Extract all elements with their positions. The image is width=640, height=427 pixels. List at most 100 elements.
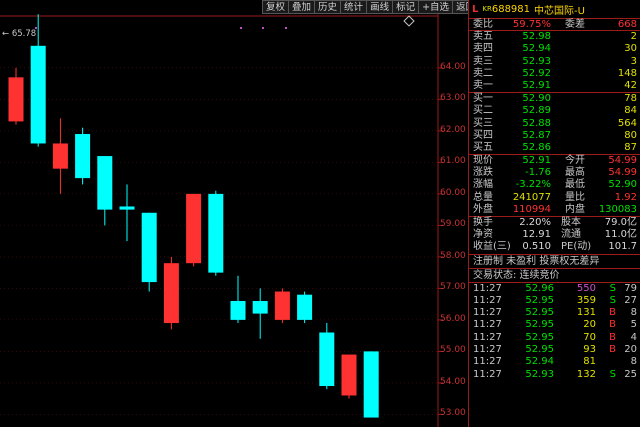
stats-row: 净资 12.91 流通 11.0亿: [469, 229, 640, 241]
bids-label: 买四: [473, 129, 493, 141]
candle-down: [30, 45, 46, 144]
tick-list[interactable]: 11:27 52.96 550 S 79 11:27 52.95 359 S 27 11:27 52.…: [469, 283, 640, 381]
quote-label: 涨跌: [473, 167, 493, 179]
price-tick-label: 62.00: [440, 124, 466, 135]
quote-summary: 现价 52.91 今开 54.99 涨跌 -1.76 最高 54.99 涨幅 -3.22% 最低 52…: [469, 155, 640, 217]
tick-count: 5: [630, 319, 637, 331]
candle-down: [230, 300, 246, 320]
tick-side: S: [609, 368, 616, 380]
tick-price: 52.96: [525, 282, 554, 294]
asks-qty: 30: [624, 43, 637, 55]
price-tick-label: 57.00: [440, 282, 466, 293]
listing-tags: 注册制 未盈利 投票权无差异: [469, 255, 640, 269]
bids-price: 52.88: [522, 117, 551, 129]
tick-time: 11:27: [473, 356, 502, 368]
tick-volume: 550: [576, 282, 596, 294]
tick-count: 4: [630, 331, 637, 343]
tick-side: [596, 356, 616, 368]
stats-label: PE(动): [561, 241, 592, 253]
tick-row[interactable]: 11:27 52.95 93 B 20: [469, 344, 640, 356]
toolbar-button[interactable]: 画线: [366, 0, 394, 14]
price-tick-label: 54.00: [440, 376, 466, 387]
tick-volume: 132: [576, 368, 596, 380]
price-tick-label: 53.00: [440, 408, 466, 419]
tick-count: 8: [630, 307, 637, 319]
tick-volume: 93: [583, 344, 596, 356]
tick-volume: 131: [576, 307, 596, 319]
event-marker: [285, 27, 287, 29]
tick-price: 52.94: [525, 356, 554, 368]
toolbar-button[interactable]: 历史: [314, 0, 342, 14]
asks-row[interactable]: 卖四 52.94 30: [469, 43, 640, 55]
candle-up: [52, 143, 68, 169]
bids-price: 52.90: [522, 93, 551, 105]
price-tick-label: 58.00: [440, 250, 466, 261]
tick-row[interactable]: 11:27 52.95 20 B 5: [469, 319, 640, 331]
quote-value: 52.91: [522, 155, 551, 167]
kline-chart[interactable]: [0, 0, 467, 427]
stock-code: 688981: [491, 3, 531, 15]
toolbar-button[interactable]: 复权: [262, 0, 290, 14]
bids-row[interactable]: 买五 52.86 87: [469, 142, 640, 154]
stats-row: 换手 2.20% 股本 79.0亿: [469, 217, 640, 229]
quote-label: 现价: [473, 155, 493, 167]
bid-book: 买一 52.90 78 买二 52.89 84 买三 52.88 564 买四 52.87 80 买五 5…: [469, 93, 640, 156]
bids-price: 52.87: [522, 129, 551, 141]
tick-row[interactable]: 11:27 52.93 132 S 25: [469, 369, 640, 381]
stats-value: 2.20%: [519, 217, 551, 228]
tick-row[interactable]: 11:27 52.96 550 S 79: [469, 283, 640, 295]
bids-qty: 84: [624, 105, 637, 117]
candle-up: [186, 193, 202, 264]
tick-count: 8: [630, 356, 637, 368]
asks-row[interactable]: 卖五 52.98 2: [469, 31, 640, 43]
quote-value: 54.99: [608, 155, 637, 167]
stats-row: 收益(三) 0.510 PE(动) 101.7: [469, 241, 640, 253]
toolbar-button[interactable]: 统计: [340, 0, 368, 14]
stock-name: 中芯国际-U: [534, 5, 585, 17]
stats-value: 0.510: [522, 241, 551, 253]
bids-row[interactable]: 买三 52.88 564: [469, 118, 640, 130]
candle-down: [119, 206, 135, 210]
tick-row[interactable]: 11:27 52.95 70 B 4: [469, 332, 640, 344]
asks-row[interactable]: 卖三 52.93 3: [469, 56, 640, 68]
tick-side: B: [609, 319, 616, 331]
bids-row[interactable]: 买一 52.90 78: [469, 93, 640, 105]
toolbar-button[interactable]: +自选: [418, 0, 454, 14]
candle-down: [75, 134, 91, 179]
tick-row[interactable]: 11:27 52.95 359 S 27: [469, 295, 640, 307]
tick-time: 11:27: [473, 368, 502, 380]
bids-row[interactable]: 买二 52.89 84: [469, 105, 640, 117]
price-tick-label: 61.00: [440, 156, 466, 167]
tick-time: 11:27: [473, 319, 502, 331]
tick-price: 52.95: [525, 344, 554, 356]
candle-up: [163, 263, 179, 324]
tick-count: 79: [624, 282, 637, 294]
toolbar-button[interactable]: 叠加: [288, 0, 316, 14]
candle-up: [274, 291, 290, 320]
tick-time: 11:27: [473, 294, 502, 306]
weibi-label: 委比: [473, 19, 493, 30]
bids-qty: 87: [624, 141, 637, 153]
bids-row[interactable]: 买四 52.87 80: [469, 130, 640, 142]
price-tick-label: 63.00: [440, 93, 466, 104]
asks-qty: 3: [630, 55, 637, 67]
candle-down: [297, 294, 313, 320]
asks-row[interactable]: 卖一 52.91 42: [469, 80, 640, 92]
quote-value: 241077: [512, 191, 551, 203]
bids-qty: 78: [624, 93, 637, 105]
kr-badge: KR: [482, 5, 492, 13]
stats-label: 净资: [473, 229, 493, 241]
l-marker: L: [472, 3, 479, 15]
tick-row[interactable]: 11:27 52.95 131 B 8: [469, 307, 640, 319]
tick-row[interactable]: 11:27 52.94 81 8: [469, 356, 640, 368]
weibi-row: 委比 59.75% 委差 668: [469, 19, 640, 32]
tick-time: 11:27: [473, 282, 502, 294]
asks-label: 卖四: [473, 43, 493, 55]
bids-label: 买二: [473, 105, 493, 117]
asks-row[interactable]: 卖二 52.92 148: [469, 68, 640, 80]
asks-qty: 148: [617, 67, 637, 79]
kline-chart-pane[interactable]: 复权 叠加 历史 统计 画线 标记 +自选 返回 ← 65.78 64.00 63.00 62.0…: [0, 0, 480, 427]
candle-down: [141, 212, 157, 283]
toolbar-button[interactable]: 标记: [392, 0, 420, 14]
asks-price: 52.93: [522, 55, 551, 67]
